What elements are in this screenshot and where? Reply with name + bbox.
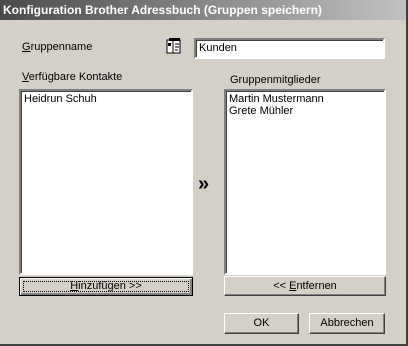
list-item[interactable]: Grete Mühler	[226, 105, 384, 117]
group-name-field[interactable]: Kunden	[194, 38, 385, 59]
group-name-label: Gruppenname	[22, 41, 93, 53]
group-members-list[interactable]: Martin Mustermann Grete Mühler	[224, 89, 386, 275]
list-item[interactable]: Martin Mustermann	[226, 93, 384, 105]
group-members-label: Gruppenmitglieder	[230, 74, 321, 86]
available-contacts-list[interactable]: Heidrun Schuh	[19, 89, 193, 275]
list-item[interactable]: Heidrun Schuh	[21, 93, 191, 105]
address-book-icon	[165, 37, 183, 55]
cancel-button[interactable]: Abbrechen	[309, 313, 385, 334]
remove-button[interactable]: << Entfernen	[224, 276, 386, 296]
available-contacts-label: Verfügbare Kontakte	[22, 71, 123, 83]
add-button[interactable]: Hinzufügen >>	[19, 277, 193, 296]
title-bar: Konfiguration Brother Adressbuch (Gruppe…	[0, 0, 406, 20]
ok-button[interactable]: OK	[224, 313, 299, 334]
transfer-arrow-icon: »	[198, 173, 210, 195]
group-dialog: Konfiguration Brother Adressbuch (Gruppe…	[0, 0, 408, 346]
focus-rectangle	[23, 281, 189, 292]
